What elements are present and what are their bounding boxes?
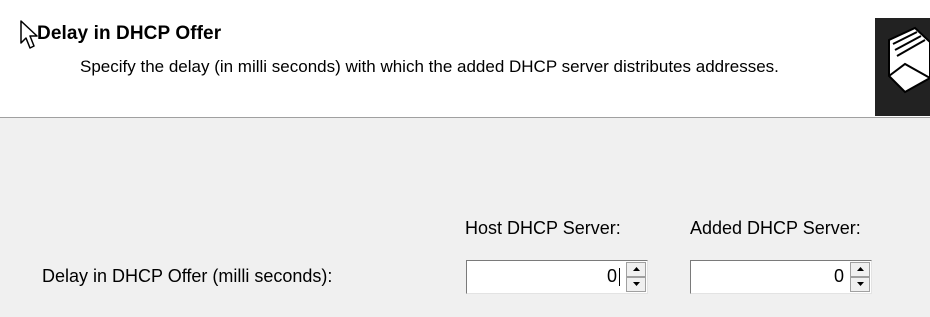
host-delay-spin-buttons bbox=[626, 262, 646, 292]
wizard-header: Delay in DHCP Offer Specify the delay (i… bbox=[0, 0, 930, 118]
added-delay-spinner[interactable]: 0 bbox=[690, 260, 872, 294]
added-delay-value[interactable]: 0 bbox=[834, 266, 844, 287]
arrow-down-icon bbox=[857, 282, 864, 286]
arrow-up-icon bbox=[857, 267, 864, 271]
added-dhcp-server-label: Added DHCP Server: bbox=[690, 218, 861, 238]
host-delay-up-button[interactable] bbox=[626, 262, 646, 277]
host-dhcp-server-label: Host DHCP Server: bbox=[465, 218, 621, 238]
page-description: Specify the delay (in milli seconds) wit… bbox=[80, 57, 779, 76]
added-delay-spin-buttons bbox=[850, 262, 870, 292]
host-delay-spinner[interactable]: 0 bbox=[466, 260, 648, 294]
added-delay-down-button[interactable] bbox=[850, 277, 870, 292]
delay-row-label: Delay in DHCP Offer (milli seconds): bbox=[42, 266, 333, 286]
text-caret bbox=[619, 268, 620, 286]
arrow-down-icon bbox=[633, 282, 640, 286]
host-delay-down-button[interactable] bbox=[626, 277, 646, 292]
arrow-up-icon bbox=[633, 267, 640, 271]
wizard-folder-icon bbox=[875, 18, 930, 116]
host-delay-value[interactable]: 0 bbox=[607, 266, 617, 287]
page-title: Delay in DHCP Offer bbox=[37, 23, 222, 44]
added-delay-up-button[interactable] bbox=[850, 262, 870, 277]
